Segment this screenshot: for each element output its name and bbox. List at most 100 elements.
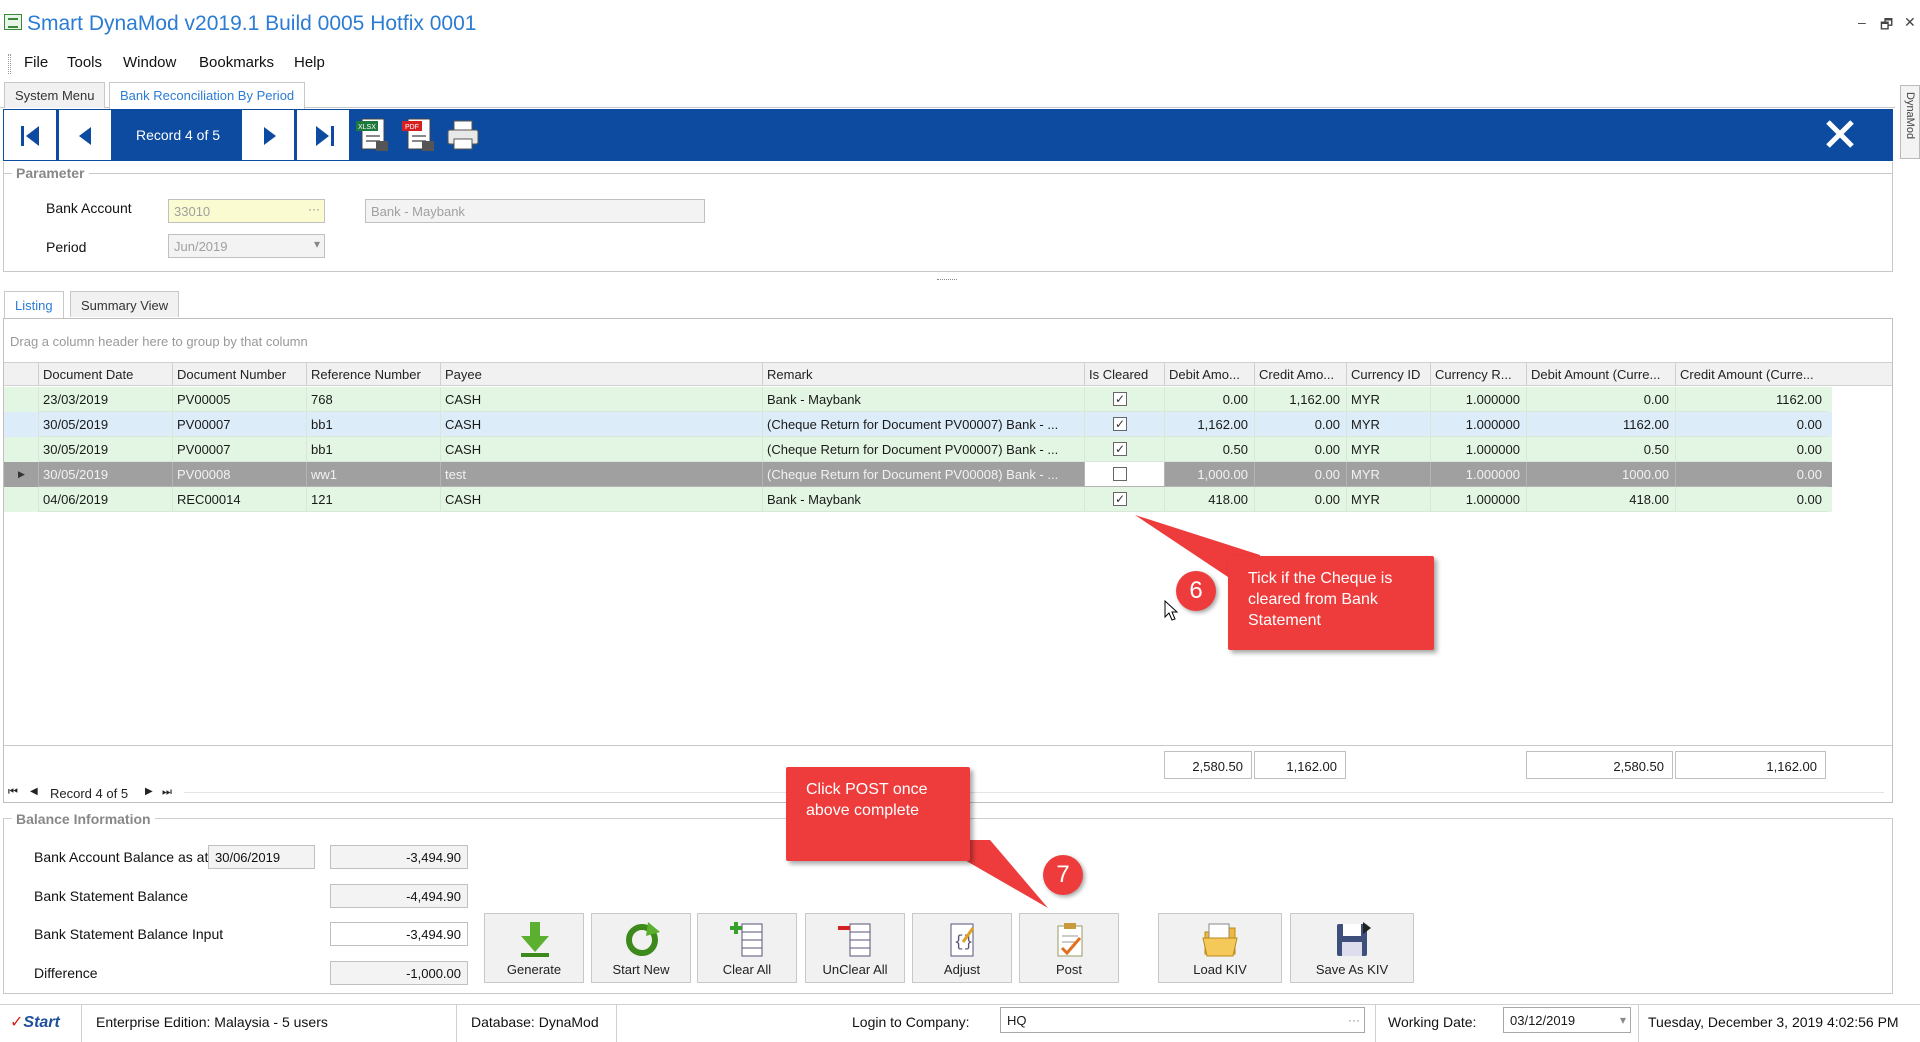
cell-payee: CASH bbox=[440, 387, 762, 412]
tab-listing[interactable]: Listing bbox=[4, 291, 64, 318]
cell-credit-amount: 0.00 bbox=[1254, 412, 1346, 437]
cell-credit-amount: 0.00 bbox=[1254, 462, 1346, 487]
working-date-picker[interactable]: 03/12/2019 ▾ bbox=[1503, 1007, 1631, 1033]
start-new-button[interactable]: Start New bbox=[591, 913, 691, 983]
cell-currency-id: MYR bbox=[1346, 462, 1430, 487]
column-header-credit-amount[interactable]: Credit Amo... bbox=[1254, 362, 1346, 386]
last-record-icon bbox=[316, 126, 334, 146]
first-record-icon bbox=[21, 126, 39, 146]
load-kiv-button[interactable]: Load KIV bbox=[1158, 913, 1282, 983]
restore-button[interactable]: 🗗 bbox=[1880, 14, 1893, 38]
menu-bookmarks[interactable]: Bookmarks bbox=[199, 54, 274, 71]
tab-bank-reconciliation[interactable]: Bank Reconciliation By Period bbox=[109, 82, 306, 109]
balance-information-title: Balance Information bbox=[12, 811, 155, 827]
first-record-button[interactable] bbox=[3, 109, 57, 161]
cell-reference-number: ww1 bbox=[306, 462, 440, 487]
pager-first-icon[interactable]: ⏮ bbox=[8, 786, 18, 799]
column-header-credit-amount-currency[interactable]: Credit Amount (Curre... bbox=[1675, 362, 1828, 386]
is-cleared-checkbox[interactable] bbox=[1113, 467, 1127, 481]
cell-remark: (Cheque Return for Document PV00007) Ban… bbox=[762, 412, 1084, 437]
unclear-all-button[interactable]: UnClear All bbox=[805, 913, 905, 983]
column-header-document-date[interactable]: Document Date bbox=[38, 362, 172, 386]
is-cleared-checkbox[interactable]: ✓ bbox=[1113, 392, 1127, 406]
bank-account-name-field: Bank - Maybank bbox=[365, 199, 705, 223]
total-credit-currency: 1,162.00 bbox=[1675, 751, 1826, 779]
table-row[interactable]: 23/03/2019 PV00005 768 CASH Bank - Mayba… bbox=[4, 387, 1832, 412]
export-pdf-button[interactable]: PDF bbox=[400, 115, 440, 155]
cell-reference-number: bb1 bbox=[306, 437, 440, 462]
save-icon bbox=[1337, 922, 1371, 956]
menu-file[interactable]: File bbox=[24, 54, 48, 71]
close-window-button[interactable]: ✕ bbox=[1904, 14, 1916, 31]
bank-account-field[interactable]: 33010 ··· bbox=[168, 199, 325, 223]
status-separator bbox=[81, 1004, 82, 1042]
login-company-label: Login to Company: bbox=[852, 1014, 970, 1030]
is-cleared-checkbox[interactable]: ✓ bbox=[1113, 417, 1127, 431]
table-row[interactable]: 04/06/2019 REC00014 121 CASH Bank - Mayb… bbox=[4, 487, 1832, 512]
pager-next-icon[interactable]: ▶ bbox=[145, 786, 153, 797]
statement-balance-input[interactable]: -3,494.90 bbox=[330, 922, 468, 946]
adjust-button[interactable]: {} Adjust bbox=[912, 913, 1012, 983]
cell-is-cleared: ✓ bbox=[1084, 437, 1164, 462]
menu-tools[interactable]: Tools bbox=[67, 54, 102, 71]
side-panel-tab[interactable]: DynaMod bbox=[1900, 85, 1920, 159]
chevron-down-icon: ▾ bbox=[313, 237, 320, 251]
close-icon[interactable] bbox=[1820, 114, 1860, 154]
start-button[interactable]: ✓Start bbox=[10, 1012, 60, 1032]
cell-debit-amount: 0.50 bbox=[1164, 437, 1254, 462]
export-xlsx-button[interactable]: XLSX bbox=[354, 115, 394, 155]
column-header-payee[interactable]: Payee bbox=[440, 362, 762, 386]
cell-debit-amount: 1,000.00 bbox=[1164, 462, 1254, 487]
lookup-ellipsis-icon[interactable]: ··· bbox=[308, 202, 320, 216]
horizontal-scrollbar[interactable] bbox=[184, 792, 1884, 793]
column-header-is-cleared[interactable]: Is Cleared bbox=[1084, 362, 1164, 386]
lookup-ellipsis-icon[interactable]: ··· bbox=[1348, 1013, 1360, 1027]
pager-record-label: Record 4 of 5 bbox=[50, 786, 129, 801]
pager-last-icon[interactable]: ⏭ bbox=[162, 786, 172, 799]
post-button[interactable]: Post bbox=[1019, 913, 1119, 983]
last-record-button[interactable] bbox=[296, 109, 350, 161]
current-datetime: Tuesday, December 3, 2019 4:02:56 PM bbox=[1648, 1014, 1899, 1030]
table-row-selected[interactable]: ▶ 30/05/2019 PV00008 ww1 test (Cheque Re… bbox=[4, 462, 1832, 487]
statement-balance-field: -4,494.90 bbox=[330, 884, 468, 908]
company-select[interactable]: HQ ··· bbox=[1000, 1007, 1365, 1033]
export-pdf-icon: PDF bbox=[402, 118, 434, 151]
menu-help[interactable]: Help bbox=[294, 54, 325, 71]
column-header-document-number[interactable]: Document Number bbox=[172, 362, 306, 386]
next-record-button[interactable] bbox=[241, 109, 295, 161]
generate-button[interactable]: Generate bbox=[484, 913, 584, 983]
parameter-divider bbox=[3, 173, 1893, 174]
cell-debit-amount: 0.00 bbox=[1164, 387, 1254, 412]
table-row[interactable]: 30/05/2019 PV00007 bb1 CASH (Cheque Retu… bbox=[4, 412, 1832, 437]
adjust-icon: {} bbox=[950, 923, 975, 957]
clear-all-button[interactable]: Clear All bbox=[697, 913, 797, 983]
column-header-currency-id[interactable]: Currency ID bbox=[1346, 362, 1430, 386]
is-cleared-checkbox[interactable]: ✓ bbox=[1113, 442, 1127, 456]
previous-record-button[interactable] bbox=[58, 109, 112, 161]
period-select[interactable]: Jun/2019 ▾ bbox=[168, 234, 325, 258]
table-row[interactable]: 30/05/2019 PV00007 bb1 CASH (Cheque Retu… bbox=[4, 437, 1832, 462]
print-button[interactable] bbox=[444, 115, 484, 155]
step-badge-7: 7 bbox=[1043, 855, 1083, 895]
save-as-kiv-button[interactable]: Save As KIV bbox=[1290, 913, 1414, 983]
cell-document-number: PV00007 bbox=[172, 412, 306, 437]
column-header-reference-number[interactable]: Reference Number bbox=[306, 362, 440, 386]
statement-balance-input-label: Bank Statement Balance Input bbox=[34, 926, 224, 942]
cell-currency-rate: 1.000000 bbox=[1430, 412, 1526, 437]
menu-window[interactable]: Window bbox=[123, 54, 176, 71]
tab-summary-view[interactable]: Summary View bbox=[70, 291, 180, 317]
is-cleared-checkbox[interactable]: ✓ bbox=[1113, 492, 1127, 506]
step-badge-6: 6 bbox=[1176, 571, 1216, 611]
column-header-debit-amount-currency[interactable]: Debit Amount (Curre... bbox=[1526, 362, 1675, 386]
cell-document-date: 04/06/2019 bbox=[38, 487, 172, 512]
column-header-currency-rate[interactable]: Currency R... bbox=[1430, 362, 1526, 386]
cell-remark: Bank - Maybank bbox=[762, 487, 1084, 512]
minimize-button[interactable]: – bbox=[1858, 14, 1866, 30]
splitter-handle[interactable] bbox=[937, 279, 957, 280]
tab-system-menu[interactable]: System Menu bbox=[4, 82, 106, 108]
bank-account-balance-label: Bank Account Balance as at bbox=[34, 849, 209, 865]
column-header-debit-amount[interactable]: Debit Amo... bbox=[1164, 362, 1254, 386]
pager-previous-icon[interactable]: ◀ bbox=[30, 786, 38, 797]
column-header-remark[interactable]: Remark bbox=[762, 362, 1084, 386]
cell-debit-amount-currency: 0.00 bbox=[1526, 387, 1675, 412]
